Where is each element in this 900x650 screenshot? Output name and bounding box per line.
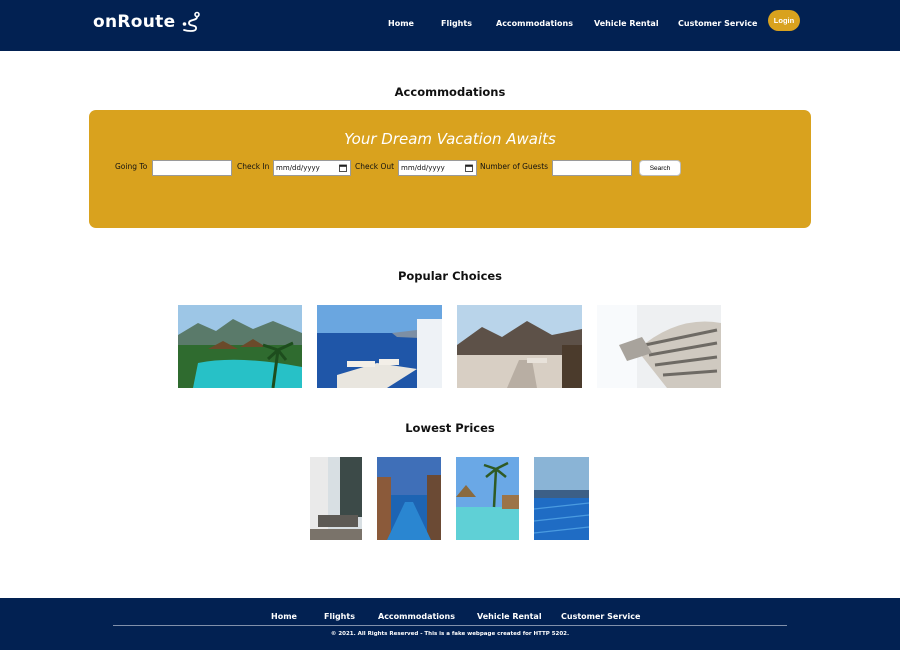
infinity-pool-sea-photo[interactable] <box>534 457 589 540</box>
palm-pool-resort-photo[interactable] <box>456 457 519 540</box>
footer-link-customer-service[interactable]: Customer Service <box>561 612 640 621</box>
panel-heading: Your Dream Vacation Awaits <box>344 130 556 148</box>
footer-link-accommodations[interactable]: Accommodations <box>378 612 455 621</box>
page-title: Accommodations <box>394 85 506 99</box>
check-in-value: mm/dd/yyyy <box>276 164 320 172</box>
popular-choices-heading: Popular Choices <box>397 269 503 283</box>
nav-customer-service[interactable]: Customer Service <box>678 19 757 28</box>
resort-pool-dusk-photo[interactable] <box>377 457 441 540</box>
copyright-text: © 2021. All Rights Reserved - This is a … <box>330 631 570 637</box>
going-to-label: Going To <box>115 162 148 171</box>
calendar-icon[interactable] <box>465 164 473 172</box>
guests-label: Number of Guests <box>480 162 549 171</box>
check-out-value: mm/dd/yyyy <box>401 164 445 172</box>
check-out-label: Check Out <box>355 162 395 171</box>
footer-link-vehicle-rental[interactable]: Vehicle Rental <box>477 612 542 621</box>
ocean-view-terrace-photo[interactable] <box>317 305 442 388</box>
check-in-date-input[interactable]: mm/dd/yyyy <box>273 160 351 176</box>
top-navigation-bar: onRoute Home Flights Accommodations Vehi… <box>0 0 900 51</box>
footer: Home Flights Accommodations Vehicle Rent… <box>0 598 900 650</box>
nav-home[interactable]: Home <box>388 19 414 28</box>
footer-link-home[interactable]: Home <box>271 612 297 621</box>
check-in-label: Check In <box>237 162 270 171</box>
nav-accommodations[interactable]: Accommodations <box>496 19 573 28</box>
brand-name: onRoute <box>93 12 176 32</box>
modern-lounge-interior-photo[interactable] <box>310 457 362 540</box>
bed-with-pillows-photo[interactable] <box>597 305 721 388</box>
lowest-prices-heading: Lowest Prices <box>405 421 495 435</box>
nav-flights[interactable]: Flights <box>441 19 472 28</box>
search-button[interactable]: Search <box>639 160 681 176</box>
footer-divider <box>113 625 787 626</box>
calendar-icon[interactable] <box>339 164 347 172</box>
brand-logo[interactable]: onRoute <box>93 11 201 33</box>
route-icon <box>183 11 201 32</box>
check-out-date-input[interactable]: mm/dd/yyyy <box>398 160 477 176</box>
login-button[interactable]: Login <box>768 10 800 31</box>
going-to-input[interactable] <box>152 160 232 176</box>
search-panel: Your Dream Vacation Awaits Going To Chec… <box>89 110 811 228</box>
mountain-view-rooftop-photo[interactable] <box>457 305 582 388</box>
footer-link-flights[interactable]: Flights <box>324 612 355 621</box>
guests-input[interactable] <box>552 160 632 176</box>
nav-vehicle-rental[interactable]: Vehicle Rental <box>594 19 659 28</box>
tropical-pool-resort-photo[interactable] <box>178 305 302 388</box>
